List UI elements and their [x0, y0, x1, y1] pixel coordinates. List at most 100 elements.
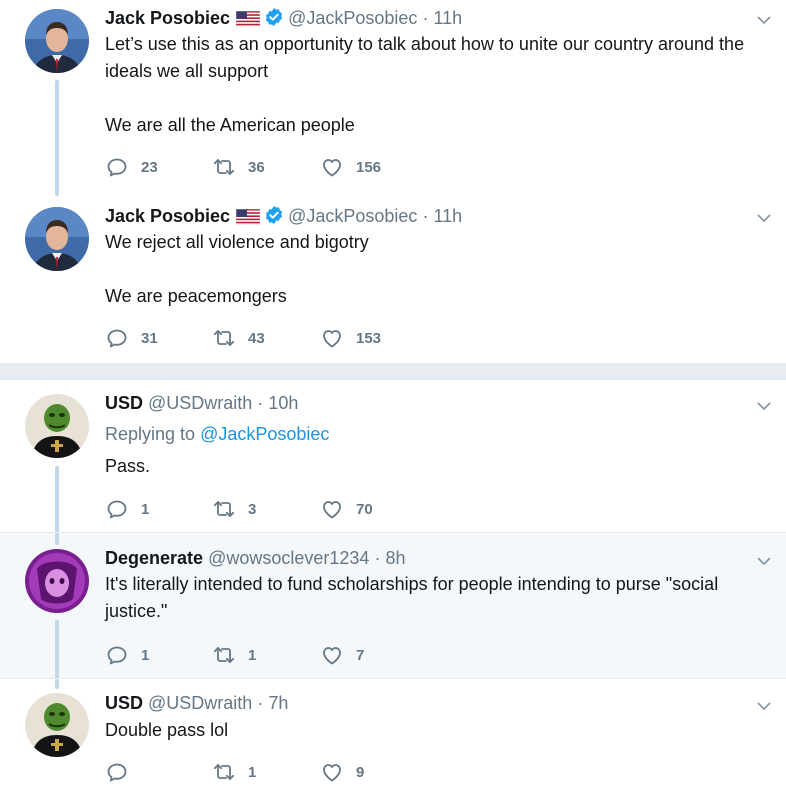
reply-icon [105, 155, 129, 179]
tweet-text: It's literally intended to fund scholars… [105, 574, 724, 621]
verified-badge-icon [264, 7, 284, 27]
reply-count: 31 [141, 329, 158, 347]
reply-count: 23 [141, 158, 158, 176]
tweet-header: Degenerate @wowsoclever1234 · 8h [105, 546, 405, 570]
timestamp[interactable]: 7h [268, 693, 288, 713]
tweet-header: USD @USDwraith · 10h [105, 391, 298, 415]
tweet-1[interactable]: Jack Posobiec @JackPosobiec · 11h Let’s u… [0, 0, 786, 196]
thread-line [55, 466, 59, 533]
retweet-icon [212, 497, 236, 521]
like-icon [320, 326, 344, 350]
retweet-button[interactable]: 43 [212, 326, 265, 350]
tweet-3[interactable]: USD @USDwraith · 10h Replying to @JackPo… [0, 379, 786, 533]
avatar-usd[interactable] [25, 394, 89, 458]
reply-button[interactable] [105, 760, 141, 784]
display-name[interactable]: Jack Posobiec [105, 206, 230, 226]
verified-badge-icon [264, 205, 284, 225]
avatar-usd[interactable] [25, 693, 89, 757]
tweet-4[interactable]: Degenerate @wowsoclever1234 · 8h It's li… [0, 532, 786, 679]
retweet-button[interactable]: 3 [212, 497, 256, 521]
retweet-button[interactable]: 1 [212, 643, 256, 667]
reply-icon [105, 497, 129, 521]
like-icon [320, 643, 344, 667]
like-button[interactable]: 153 [320, 326, 381, 350]
reply-button[interactable]: 1 [105, 497, 149, 521]
tweet-5[interactable]: USD @USDwraith · 7h Double pass lol 1 9 [0, 678, 786, 803]
user-handle[interactable]: @JackPosobiec [288, 206, 417, 226]
replying-to: Replying to @JackPosobiec [105, 424, 329, 445]
user-handle[interactable]: @wowsoclever1234 [208, 548, 369, 568]
avatar-jack-posobiec[interactable] [25, 207, 89, 271]
reply-icon [105, 760, 129, 784]
replying-to-link[interactable]: @JackPosobiec [200, 424, 329, 444]
user-handle[interactable]: @USDwraith [148, 393, 252, 413]
tweet-header: Jack Posobiec @JackPosobiec · 11h [105, 6, 462, 30]
like-button[interactable]: 70 [320, 497, 373, 521]
tweet-text: Pass. [105, 456, 151, 476]
tweet-text: We reject all violence and bigotry We ar… [105, 232, 369, 306]
reply-count: 1 [141, 500, 150, 518]
reply-icon [105, 643, 129, 667]
chevron-down-icon[interactable] [756, 12, 772, 28]
chevron-down-icon[interactable] [756, 210, 772, 226]
thread-line [55, 620, 59, 679]
tweet-2[interactable]: Jack Posobiec @JackPosobiec · 11h We reje… [0, 196, 786, 362]
retweet-count: 3 [248, 500, 257, 518]
chevron-down-icon[interactable] [756, 398, 772, 414]
display-name[interactable]: Jack Posobiec [105, 8, 230, 28]
retweet-icon [212, 326, 236, 350]
like-button[interactable]: 7 [320, 643, 364, 667]
retweet-button[interactable]: 1 [212, 760, 256, 784]
like-icon [320, 497, 344, 521]
tweet-header: USD @USDwraith · 7h [105, 691, 288, 715]
like-count: 9 [356, 763, 365, 781]
retweet-button[interactable]: 36 [212, 155, 265, 179]
display-name[interactable]: USD [105, 393, 143, 413]
chevron-down-icon[interactable] [756, 698, 772, 714]
separator-dot: · [257, 393, 264, 413]
retweet-icon [212, 643, 236, 667]
separator-dot: · [422, 206, 429, 226]
replying-to-label: Replying to [105, 424, 196, 444]
timestamp[interactable]: 10h [268, 393, 298, 413]
timestamp[interactable]: 11h [433, 8, 462, 28]
reply-count: 1 [141, 646, 150, 664]
retweet-count: 1 [248, 763, 257, 781]
separator-dot: · [374, 548, 381, 568]
retweet-count: 1 [248, 646, 257, 664]
like-count: 153 [356, 329, 382, 347]
avatar-jack-posobiec[interactable] [25, 9, 89, 73]
retweet-icon [212, 760, 236, 784]
like-button[interactable]: 9 [320, 760, 364, 784]
retweet-count: 36 [248, 158, 265, 176]
avatar-degenerate[interactable] [25, 549, 89, 613]
thread-line [55, 679, 59, 689]
thread-line [55, 80, 59, 196]
like-count: 70 [356, 500, 373, 518]
reply-button[interactable]: 31 [105, 326, 158, 350]
retweet-icon [212, 155, 236, 179]
display-name[interactable]: Degenerate [105, 548, 203, 568]
timestamp[interactable]: 8h [385, 548, 405, 568]
chevron-down-icon[interactable] [756, 553, 772, 569]
reply-icon [105, 326, 129, 350]
separator-dot: · [257, 693, 264, 713]
user-handle[interactable]: @USDwraith [148, 693, 252, 713]
display-name[interactable]: USD [105, 693, 143, 713]
like-button[interactable]: 156 [320, 155, 381, 179]
separator-dot: · [422, 8, 429, 28]
us-flag-icon [236, 11, 260, 27]
timestamp[interactable]: 11h [433, 206, 462, 226]
like-count: 156 [356, 158, 382, 176]
us-flag-icon [236, 209, 260, 225]
user-handle[interactable]: @JackPosobiec [288, 8, 417, 28]
conversation-divider [0, 363, 786, 379]
reply-button[interactable]: 23 [105, 155, 158, 179]
tweet-text: Double pass lol [105, 720, 229, 740]
like-icon [320, 760, 344, 784]
tweet-header: Jack Posobiec @JackPosobiec · 11h [105, 204, 462, 228]
tweet-text: Let’s use this as an opportunity to talk… [105, 34, 745, 135]
retweet-count: 43 [248, 329, 265, 347]
like-icon [320, 155, 344, 179]
reply-button[interactable]: 1 [105, 643, 149, 667]
